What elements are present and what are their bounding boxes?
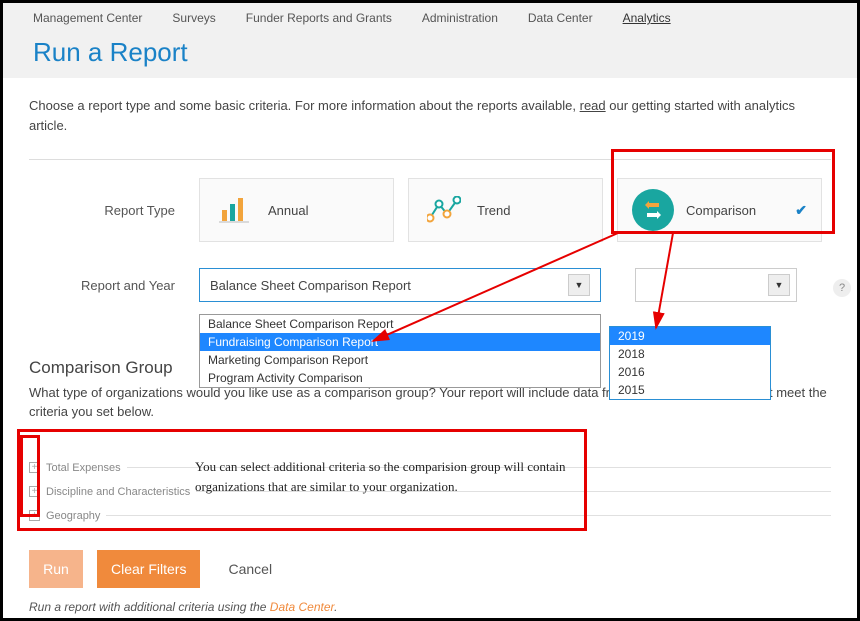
nav-item-management-center[interactable]: Management Center: [33, 11, 142, 25]
year-option-3[interactable]: 2015: [610, 381, 770, 399]
nav-item-administration[interactable]: Administration: [422, 11, 498, 25]
nav-item-funder-reports[interactable]: Funder Reports and Grants: [246, 11, 392, 25]
header-bar: Management Center Surveys Funder Reports…: [3, 3, 857, 78]
report-select-value: Balance Sheet Comparison Report: [210, 278, 411, 293]
expand-icon[interactable]: +: [29, 462, 40, 473]
top-nav: Management Center Surveys Funder Reports…: [3, 3, 857, 29]
action-buttons: Run Clear Filters Cancel: [29, 550, 831, 588]
report-option-1[interactable]: Fundraising Comparison Report: [200, 333, 600, 351]
card-trend-label: Trend: [477, 203, 510, 218]
report-option-0[interactable]: Balance Sheet Comparison Report: [200, 315, 600, 333]
report-type-label: Report Type: [29, 203, 199, 218]
year-dropdown-list: 2019 2018 2016 2015: [609, 326, 771, 400]
report-type-row: Report Type Annual: [29, 178, 831, 242]
swap-arrows-icon: [632, 189, 674, 231]
report-dropdown-list: Balance Sheet Comparison Report Fundrais…: [199, 314, 601, 388]
criteria-label[interactable]: Geography: [46, 510, 100, 522]
trend-line-icon: [423, 189, 465, 231]
nav-item-surveys[interactable]: Surveys: [172, 11, 215, 25]
footer-text-a: Run a report with additional criteria us…: [29, 600, 270, 614]
expand-icon[interactable]: +: [29, 510, 40, 521]
year-option-2[interactable]: 2016: [610, 363, 770, 381]
card-trend[interactable]: Trend: [408, 178, 603, 242]
intro-part-a: Choose a report type and some basic crit…: [29, 98, 580, 113]
card-comparison[interactable]: Comparison ✔: [617, 178, 822, 242]
run-button[interactable]: Run: [29, 550, 83, 588]
annotation-text: You can select additional criteria so th…: [195, 457, 575, 496]
footer-note: Run a report with additional criteria us…: [29, 600, 831, 614]
expand-icon[interactable]: +: [29, 486, 40, 497]
card-annual[interactable]: Annual: [199, 178, 394, 242]
page-title: Run a Report: [3, 29, 857, 68]
report-option-3[interactable]: Program Activity Comparison: [200, 369, 600, 387]
read-link[interactable]: read: [580, 98, 606, 113]
card-comparison-label: Comparison: [686, 203, 756, 218]
criteria-label[interactable]: Total Expenses: [46, 462, 121, 474]
report-option-2[interactable]: Marketing Comparison Report: [200, 351, 600, 369]
help-icon[interactable]: ?: [833, 279, 851, 297]
year-option-0[interactable]: 2019: [610, 327, 770, 345]
divider: [29, 159, 831, 160]
chevron-down-icon[interactable]: ▼: [568, 274, 590, 296]
report-select-wrap: Balance Sheet Comparison Report ▼ Balanc…: [199, 268, 601, 302]
year-option-1[interactable]: 2018: [610, 345, 770, 363]
cancel-button[interactable]: Cancel: [214, 550, 286, 588]
intro-text: Choose a report type and some basic crit…: [29, 96, 831, 135]
clear-filters-button[interactable]: Clear Filters: [97, 550, 200, 588]
report-year-label: Report and Year: [29, 278, 199, 293]
report-type-cards: Annual Trend: [199, 178, 831, 242]
card-annual-label: Annual: [268, 203, 308, 218]
report-year-row: Report and Year Balance Sheet Comparison…: [29, 268, 831, 302]
check-icon: ✔: [795, 202, 807, 219]
chevron-down-icon[interactable]: ▼: [768, 274, 790, 296]
bar-chart-icon: [214, 189, 256, 231]
criteria-row-geography: + Geography: [29, 500, 831, 524]
data-center-link[interactable]: Data Center: [270, 600, 334, 614]
footer-text-b: .: [334, 600, 337, 614]
nav-item-data-center[interactable]: Data Center: [528, 11, 593, 25]
nav-item-analytics[interactable]: Analytics: [623, 11, 671, 25]
report-select[interactable]: Balance Sheet Comparison Report ▼: [199, 268, 601, 302]
criteria-label[interactable]: Discipline and Characteristics: [46, 486, 190, 498]
criteria-divider: [106, 515, 831, 516]
year-select[interactable]: ▼: [635, 268, 797, 302]
